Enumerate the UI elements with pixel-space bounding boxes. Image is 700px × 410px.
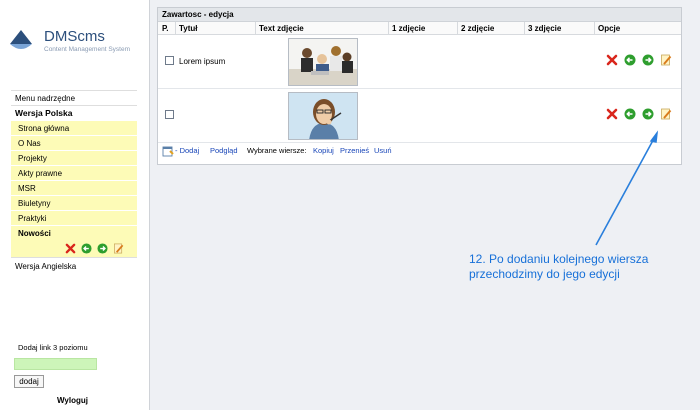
panel-title: Zawartosc - edycja (158, 8, 681, 22)
row-checkbox[interactable] (165, 56, 174, 65)
delete-icon[interactable] (65, 243, 76, 254)
preview-link[interactable]: Podgląd (210, 143, 238, 159)
nav-menu: Menu nadrzędne Wersja Polska Strona głów… (11, 90, 137, 275)
selected-rows-label: Wybrane wiersze: (247, 146, 307, 155)
row-thumbnail[interactable] (288, 92, 358, 140)
move-up-icon[interactable] (624, 108, 636, 120)
add-link-label: Dodaj link 3 poziomu (18, 343, 88, 352)
col-header-position: P. (162, 24, 169, 33)
add-link-input[interactable] (14, 358, 97, 370)
menu-section-polish[interactable]: Wersja Polska (11, 105, 137, 120)
table-actions: - Dodaj Podgląd Wybrane wiersze: Kopiuj … (158, 143, 681, 159)
move-down-icon[interactable] (642, 54, 654, 66)
move-down-icon[interactable] (97, 243, 108, 254)
logout-link[interactable]: Wyloguj (57, 396, 88, 405)
delete-icon[interactable] (606, 108, 618, 120)
move-link[interactable]: Przenieś (340, 143, 369, 159)
row-options (606, 108, 676, 122)
content-edit-panel: Zawartosc - edycja P. Tytuł Text zdjęcie… (157, 7, 682, 165)
col-header-title: Tytuł (179, 24, 198, 33)
edit-icon[interactable] (113, 243, 124, 254)
menu-parent-link[interactable]: Menu nadrzędne (11, 90, 137, 105)
menu-item-news-label: Nowości (18, 229, 51, 238)
col-header-image-2: 2 zdjęcie (461, 24, 495, 33)
logo-tagline: Content Management System (44, 46, 130, 53)
row-options (606, 54, 676, 68)
menu-item-home[interactable]: Strona główna (11, 120, 137, 135)
menu-section-english[interactable]: Wersja Angielska (11, 257, 137, 275)
woman-photo-image (289, 93, 357, 139)
row-checkbox[interactable] (165, 110, 174, 119)
annotation-line-2: przechodzimy do jego edycji (469, 267, 620, 281)
table-row (158, 89, 681, 143)
logo-name: DMScms (44, 28, 105, 45)
menu-item-legal-acts[interactable]: Akty prawne (11, 165, 137, 180)
col-header-image-3: 3 zdjęcie (528, 24, 562, 33)
menu-item-news[interactable]: Nowości (11, 225, 137, 257)
delete-link[interactable]: Usuń (374, 143, 392, 159)
menu-item-about[interactable]: O Nas (11, 135, 137, 150)
col-header-options: Opcje (598, 24, 621, 33)
col-header-text-image: Text zdjęcie (259, 24, 304, 33)
edit-icon[interactable] (660, 54, 672, 66)
annotation-text: 12. Po dodaniu kolejnego wiersza przecho… (469, 252, 689, 282)
menu-item-bulletins[interactable]: Biuletyny (11, 195, 137, 210)
menu-item-msr[interactable]: MSR (11, 180, 137, 195)
logo: DMScms Content Management System (8, 24, 148, 54)
sidebar: DMScms Content Management System Menu na… (0, 0, 150, 410)
add-link-button[interactable]: dodaj (14, 375, 44, 388)
col-header-image-1: 1 zdjęcie (392, 24, 426, 33)
delete-icon[interactable] (606, 54, 618, 66)
table-row: Lorem ipsum (158, 35, 681, 89)
move-down-icon[interactable] (642, 108, 654, 120)
move-up-icon[interactable] (624, 54, 636, 66)
annotation-line-1: 12. Po dodaniu kolejnego wiersza (469, 252, 649, 266)
menu-item-projects[interactable]: Projekty (11, 150, 137, 165)
logo-mark-icon (10, 30, 32, 49)
add-row-link[interactable]: - Dodaj (175, 143, 199, 159)
table-header: P. Tytuł Text zdjęcie 1 zdjęcie 2 zdjęci… (158, 22, 681, 35)
row-title: Lorem ipsum (179, 57, 226, 66)
menu-item-practices[interactable]: Praktyki (11, 210, 137, 225)
move-up-icon[interactable] (81, 243, 92, 254)
add-row-icon[interactable] (162, 145, 174, 157)
edit-icon[interactable] (660, 108, 672, 120)
row-thumbnail[interactable] (288, 38, 358, 86)
copy-link[interactable]: Kopiuj (313, 143, 334, 159)
group-photo-image (289, 39, 357, 85)
